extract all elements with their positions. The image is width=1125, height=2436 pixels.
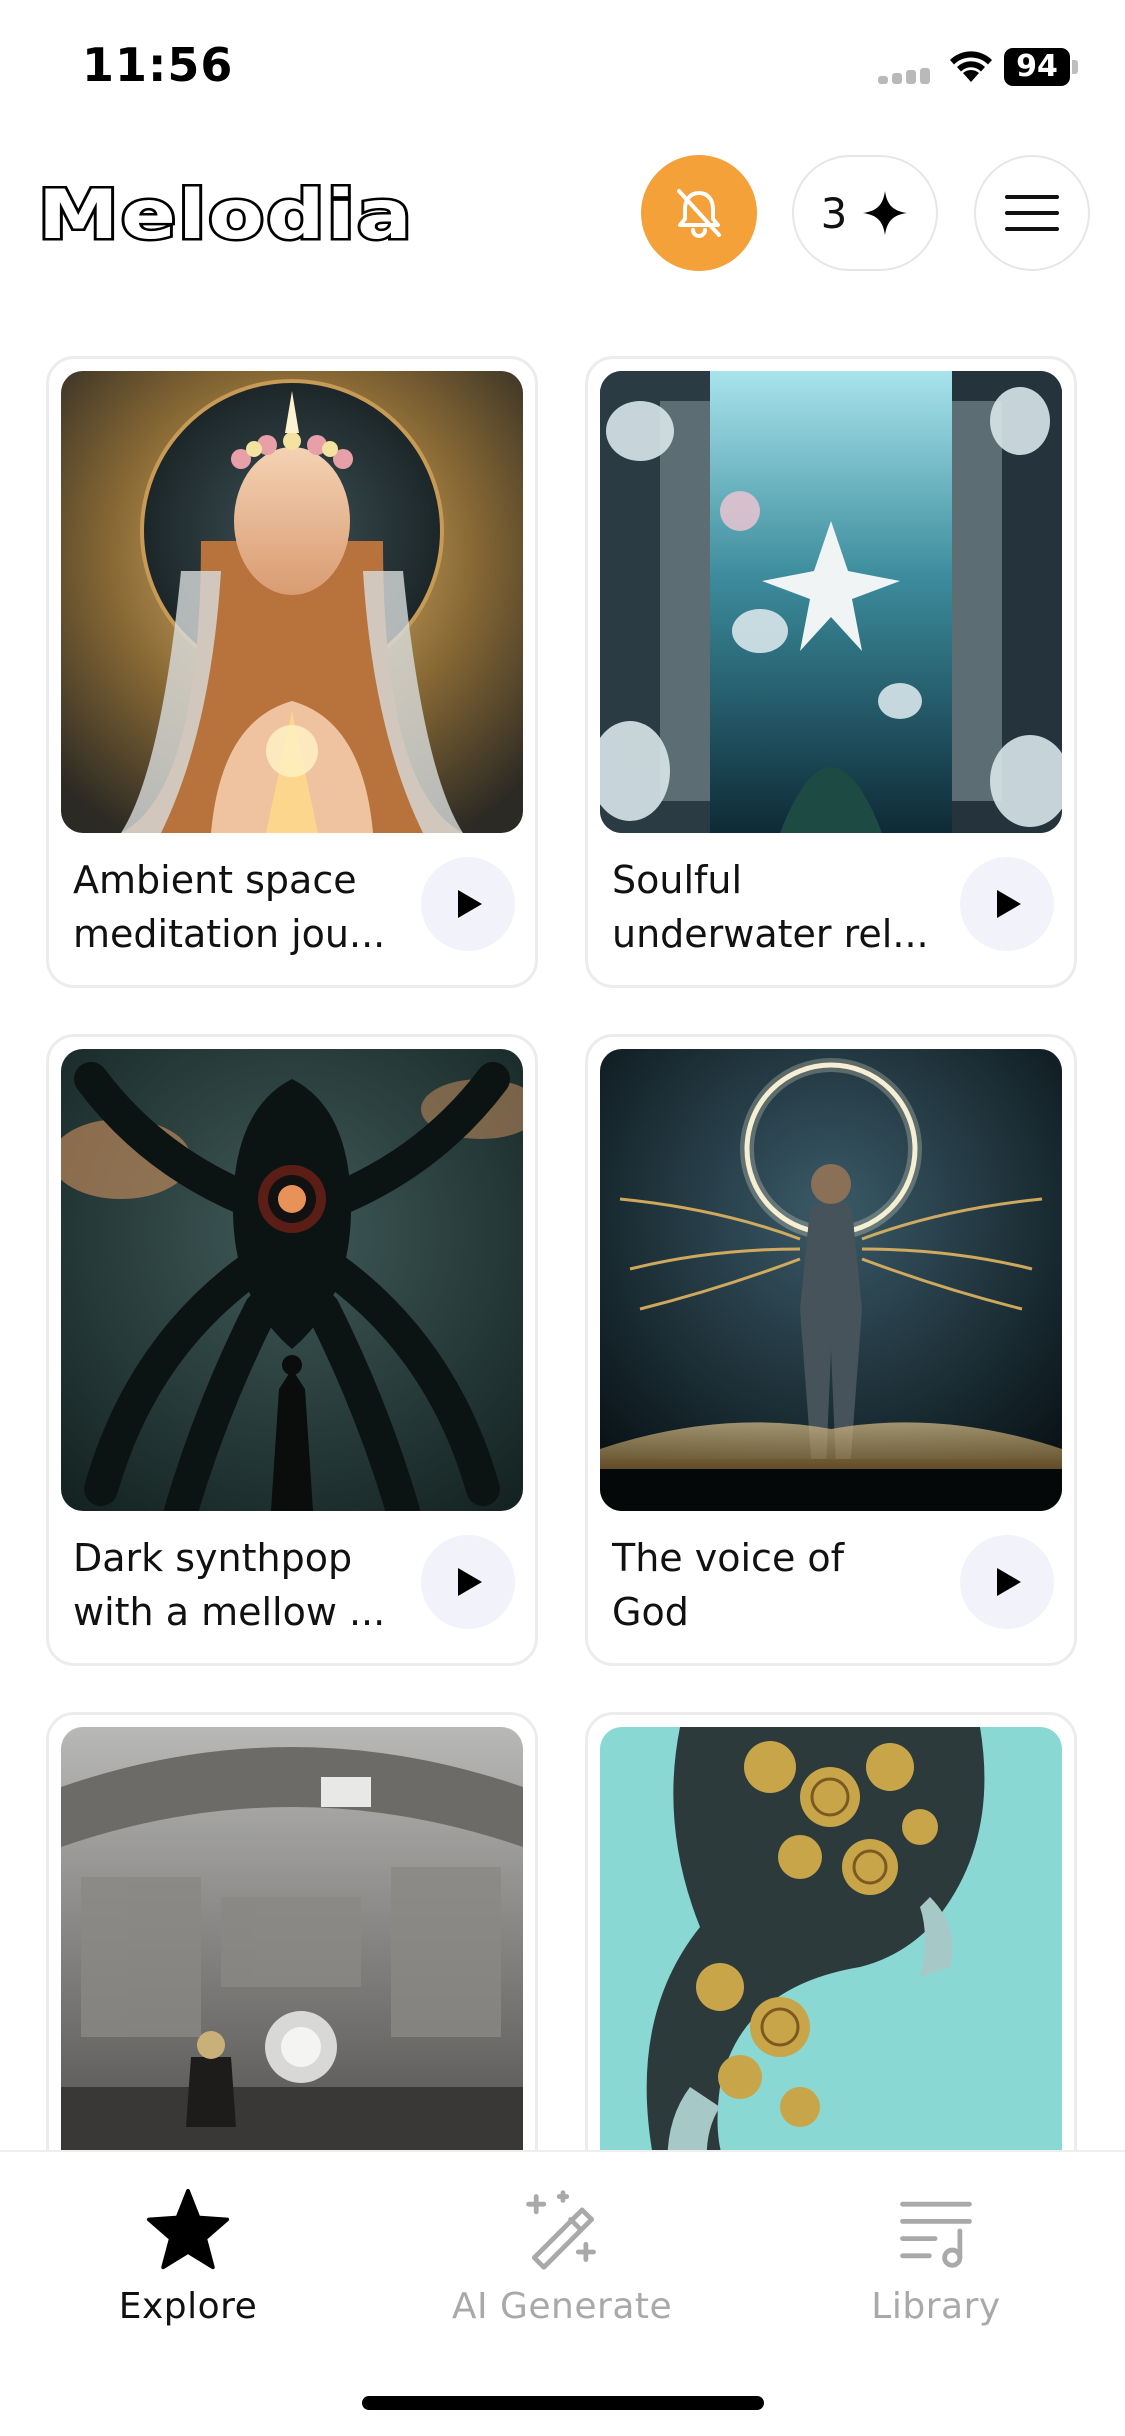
cover-art-image [61,371,523,833]
play-button[interactable] [960,1535,1054,1629]
menu-button[interactable] [974,155,1090,271]
tab-library[interactable]: Library [786,2180,1086,2327]
bell-off-icon [677,189,721,238]
battery-level: 94 [1004,48,1070,86]
hamburger-icon [1005,195,1059,231]
cover-art-image [61,1727,523,2189]
music-list-icon [900,2201,972,2268]
tab-label: Library [871,2286,1001,2327]
tab-ai-generate[interactable]: AI Generate [412,2180,712,2327]
cover-art-image [61,1049,523,1511]
tab-label: Explore [118,2286,258,2327]
play-button[interactable] [421,857,515,951]
track-title: Soulful underwater rel... [612,858,929,956]
track-card[interactable]: Dark synthpop with a mellow ... [46,1034,538,1666]
star-icon [146,2188,230,2270]
play-icon [997,890,1021,918]
notifications-muted-button[interactable] [641,155,757,271]
play-button[interactable] [421,1535,515,1629]
tab-explore[interactable]: Explore [38,2180,338,2327]
track-title: The voice of God [612,1536,845,1634]
track-title: Dark synthpop with a mellow ... [73,1536,386,1634]
credits-button[interactable]: 3 [792,155,938,271]
track-card[interactable]: The voice of God [585,1034,1077,1666]
home-indicator[interactable] [362,2396,764,2410]
credits-count: 3 [820,188,848,238]
cellular-signal-icon [878,68,930,84]
play-button[interactable] [960,857,1054,951]
track-card[interactable]: Ambient space meditation jou... [46,356,538,988]
track-card[interactable]: Soulful underwater rel... [585,356,1077,988]
cover-art-image [600,1049,1062,1511]
logo-text: Melodia [38,176,414,248]
battery-icon: 94 [1004,48,1078,86]
bottom-tab-bar: Explore AI Generate Library [0,2150,1125,2436]
sparkle-icon [863,191,908,235]
wifi-icon [948,48,994,84]
track-title: Ambient space meditation jou... [73,858,386,956]
cover-art-image [600,1727,1062,2189]
tab-label: AI Generate [451,2286,673,2327]
play-icon [458,890,482,918]
play-icon [997,1568,1021,1596]
app-logo: Melodia [34,174,418,258]
magic-wand-icon [526,2190,596,2270]
status-time: 11:56 [82,38,234,92]
cover-art-image [600,371,1062,833]
status-bar: 11:56 94 [0,0,1125,140]
play-icon [458,1568,482,1596]
